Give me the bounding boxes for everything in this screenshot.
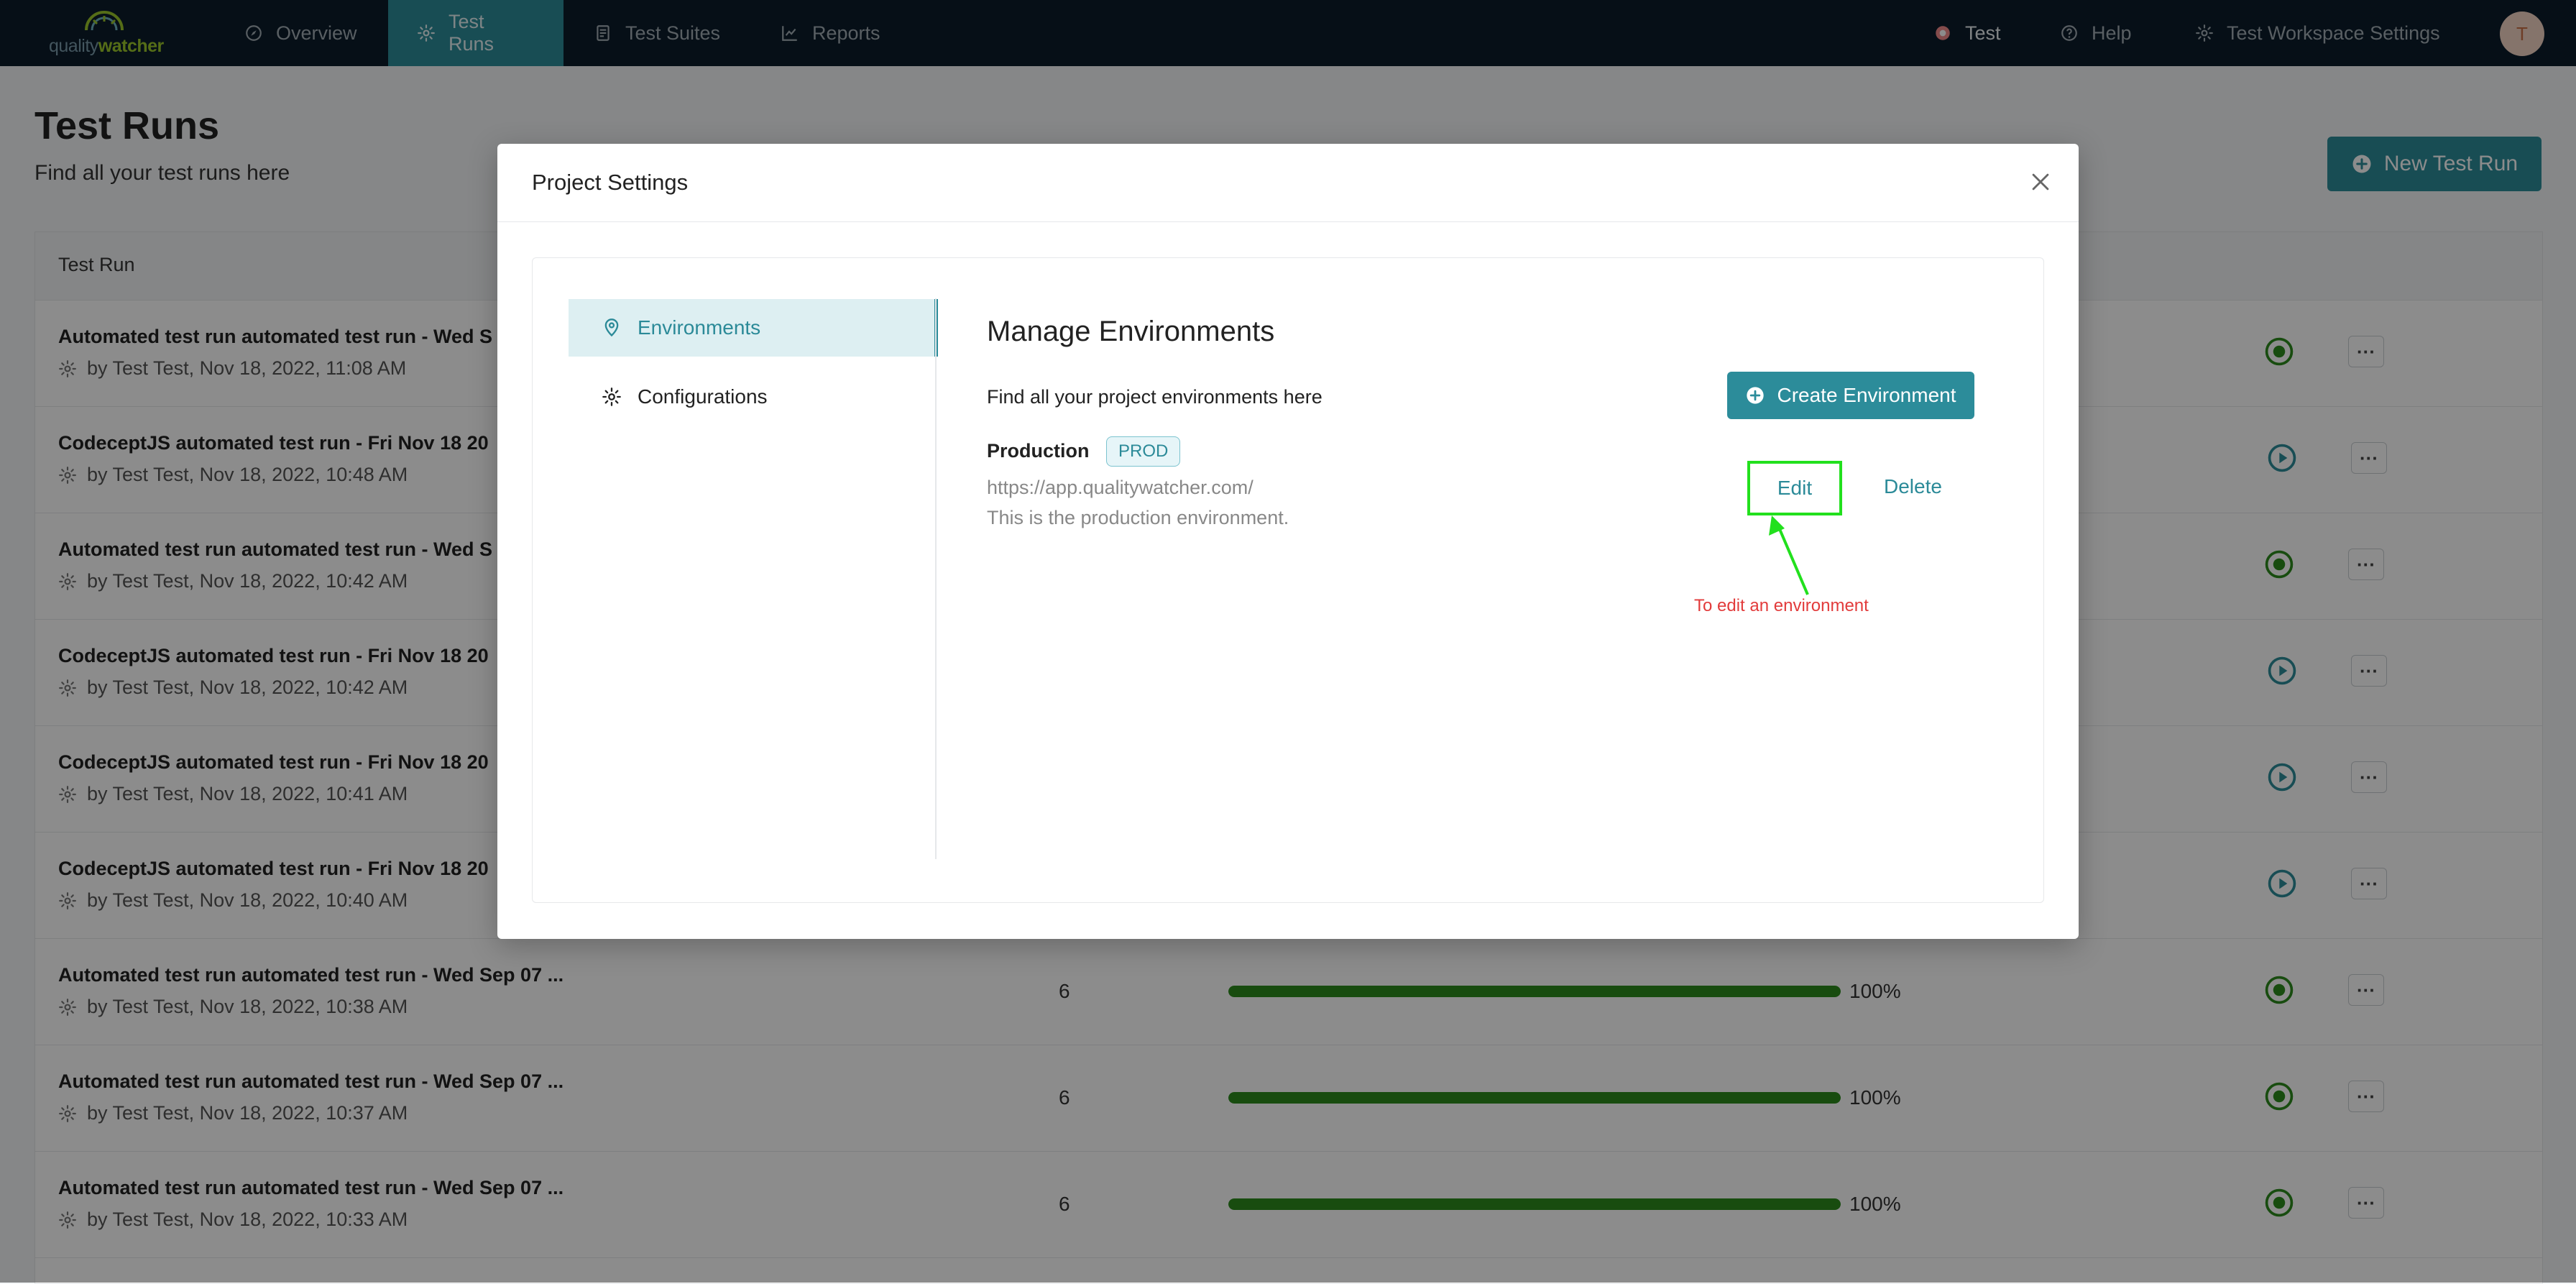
sidebar-item-label: Configurations — [638, 385, 768, 408]
settings-panel: Environments Configurations Manage Envir… — [532, 257, 2044, 903]
sidebar-item-configurations[interactable]: Configurations — [569, 368, 938, 426]
create-environment-button[interactable]: Create Environment — [1727, 372, 1974, 419]
environment-badge: PROD — [1106, 436, 1181, 467]
sidebar-item-label: Environments — [638, 316, 761, 339]
modal-header: Project Settings — [497, 144, 2079, 222]
close-icon[interactable] — [2028, 170, 2053, 194]
sidebar-divider — [935, 298, 937, 859]
section-title: Manage Environments — [987, 316, 1275, 347]
environment-name: Production — [987, 440, 1090, 462]
edit-environment-button[interactable]: Edit — [1747, 461, 1842, 515]
environment-url: https://app.qualitywatcher.com/ — [987, 477, 1254, 498]
annotation-arrow-icon — [1769, 515, 1809, 595]
create-environment-label: Create Environment — [1777, 384, 1956, 406]
environment-description: This is the production environment. — [987, 507, 1289, 528]
location-pin-icon — [604, 318, 619, 337]
delete-environment-button[interactable]: Delete — [1884, 475, 1942, 498]
sidebar-item-environments[interactable]: Environments — [569, 299, 938, 357]
modal-title: Project Settings — [532, 170, 689, 195]
annotation-text: To edit an environment — [1694, 596, 1869, 615]
plus-circle-icon — [1747, 387, 1765, 404]
gear-icon — [602, 388, 621, 406]
section-subtitle: Find all your project environments here — [987, 386, 1322, 408]
project-settings-modal: Project Settings Environments Configurat… — [497, 144, 2079, 939]
